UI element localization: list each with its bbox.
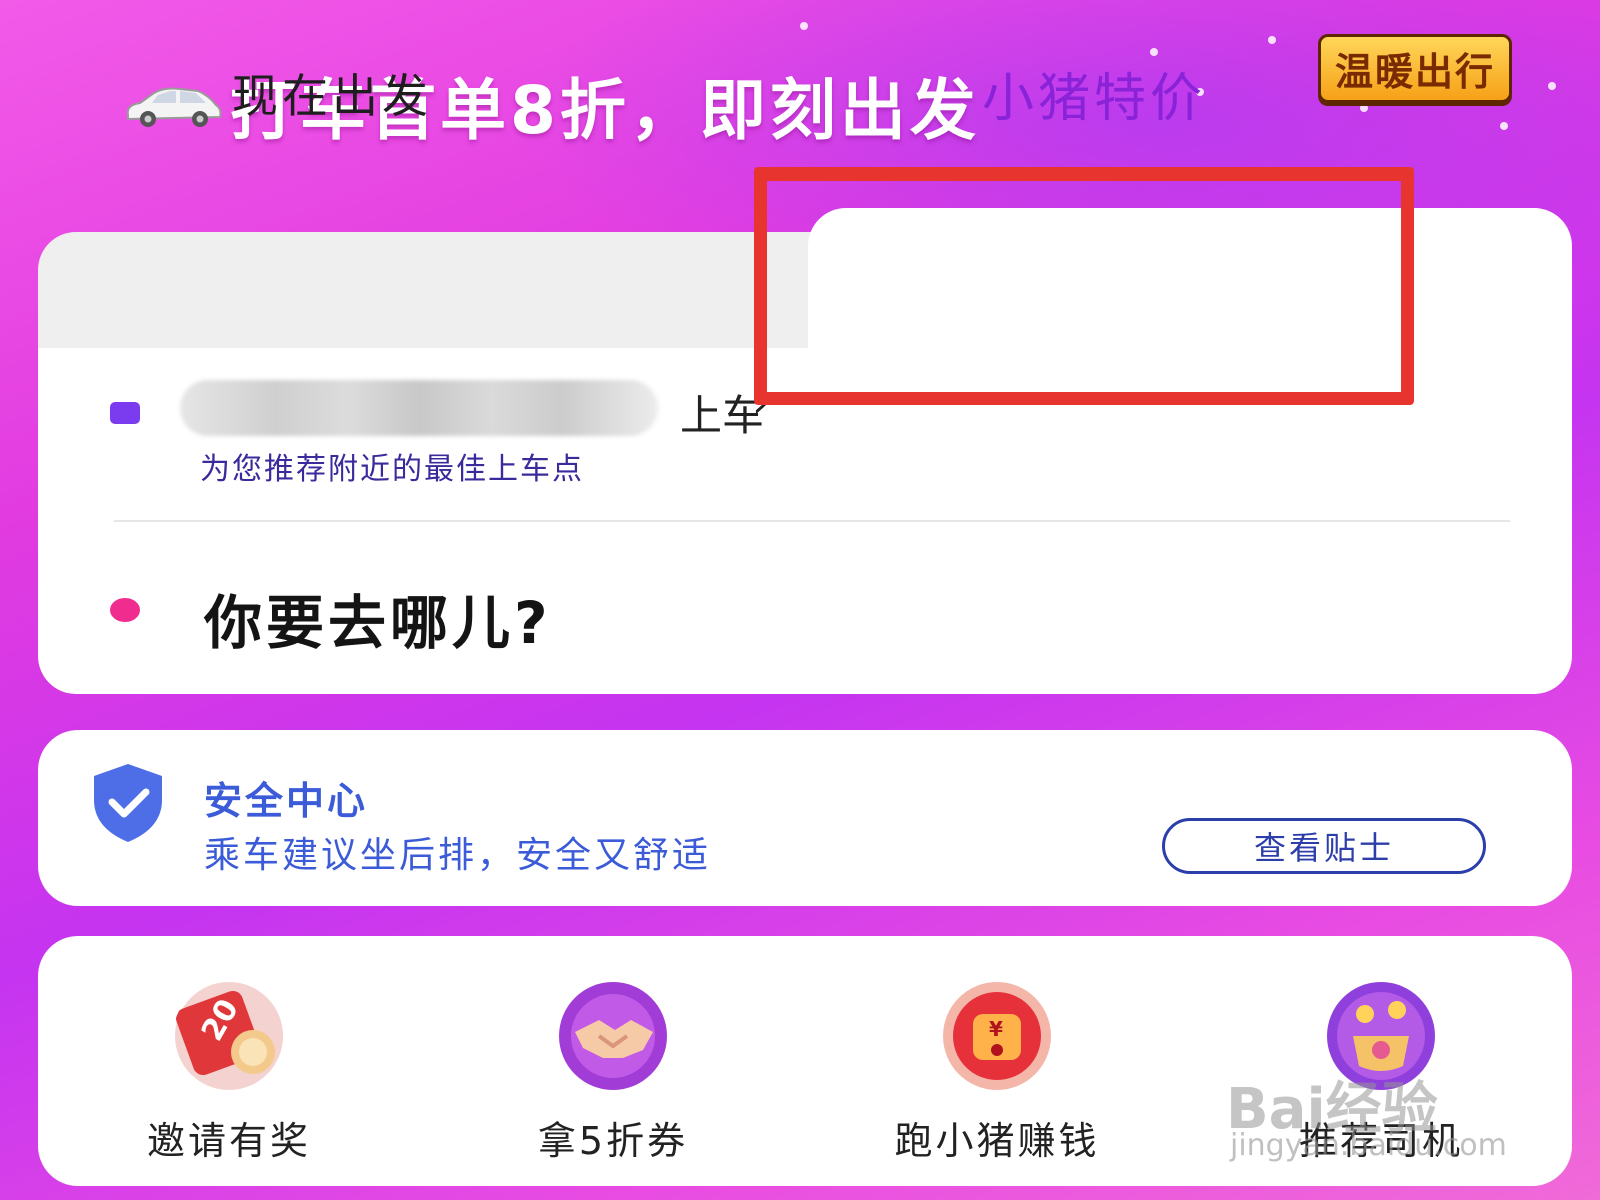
view-tips-button[interactable]: 查看贴士 (1162, 818, 1486, 874)
service-half-price-coupon[interactable]: 拿5折券 (448, 980, 778, 1165)
tab-piggy-special-label: 小猪特价 (982, 69, 1207, 129)
tab-depart-now-label: 现在出发 (232, 69, 432, 123)
service-label: 拿5折券 (537, 1119, 689, 1163)
svg-text:¥: ¥ (989, 1017, 1003, 1041)
destination-marker-icon (110, 598, 140, 622)
service-drive-earn[interactable]: ¥ 跑小猪赚钱 (832, 980, 1162, 1165)
warm-travel-badge: 温暖出行 (1318, 34, 1513, 103)
safety-center-title: 安全中心 (204, 779, 369, 823)
sparkle (1548, 82, 1556, 90)
service-label: 邀请有奖 (146, 1119, 311, 1163)
sparkle (1268, 36, 1276, 44)
shield-check-icon (94, 764, 162, 842)
destination-input[interactable]: 你要去哪儿? (204, 576, 552, 660)
watermark-url: jingyan.baidu.com (1230, 1128, 1507, 1163)
pickup-hint: 为您推荐附近的最佳上车点 (200, 452, 584, 487)
tab-depart-now[interactable] (38, 232, 818, 360)
service-label: 跑小猪赚钱 (894, 1119, 1100, 1163)
sparkle (1360, 104, 1368, 112)
gift-coupon-icon: 20 (175, 982, 283, 1090)
sparkle (1150, 48, 1158, 56)
sparkle (800, 22, 808, 30)
safety-center-subtitle: 乘车建议坐后排，安全又舒适 (204, 835, 712, 876)
sparkle (1500, 122, 1508, 130)
pickup-location-blurred[interactable] (180, 380, 658, 436)
handshake-icon (559, 982, 667, 1090)
service-invite-rewards[interactable]: 20 邀请有奖 (64, 980, 394, 1165)
annotation-highlight-box (754, 167, 1414, 405)
money-bag-icon: ¥ (943, 982, 1051, 1090)
car-icon (126, 87, 222, 127)
divider (114, 520, 1510, 522)
pickup-marker-icon (110, 402, 140, 424)
